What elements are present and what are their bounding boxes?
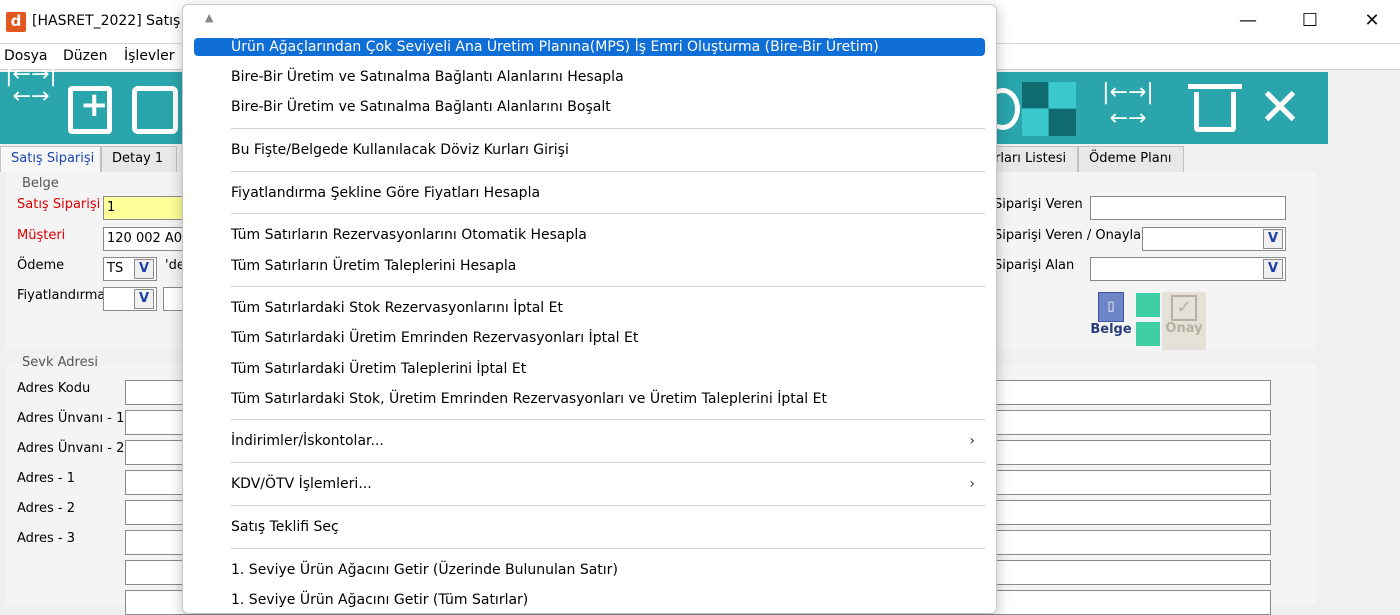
menu-item-indirimler[interactable]: İndirimler/İskontolar... › [194, 431, 985, 451]
musteri-input[interactable]: 120 002 A0 [103, 227, 183, 251]
menu-item-mps-is-emri[interactable]: Ürün Ağaçlarından Çok Seviyeli Ana Üreti… [194, 38, 985, 56]
satis-siparisi-input[interactable]: 1 [103, 196, 183, 220]
menu-islevler[interactable]: İşlevler [124, 48, 174, 64]
adres-1-label: Adres - 1 [17, 471, 75, 486]
menu-separator [231, 462, 985, 463]
scroll-up-arrow-icon[interactable]: ▲ [205, 11, 213, 24]
menu-separator [231, 548, 985, 549]
menu-item-label: Tüm Satırların Üretim Taleplerini Hesapl… [231, 258, 517, 274]
tab-odeme-plani[interactable]: Ödeme Planı [1078, 146, 1184, 172]
menu-item-label: Tüm Satırlardaki Stok, Üretim Emrinden R… [231, 391, 827, 407]
save-icon[interactable] [132, 86, 178, 134]
checkbox-check-icon: ✓ [1171, 295, 1197, 321]
delete-icon[interactable] [1194, 92, 1236, 132]
menu-item-label: Ürün Ağaçlarından Çok Seviyeli Ana Üreti… [231, 39, 879, 55]
tab-detay-1[interactable]: Detay 1 [101, 146, 177, 172]
tab-satis-siparisi[interactable]: Satış Siparişi [0, 146, 101, 172]
submenu-chevron-right-icon: › [969, 433, 975, 449]
adres-2-label: Adres - 2 [17, 501, 75, 516]
menu-item-label: Tüm Satırlardaki Üretim Taleplerini İpta… [231, 361, 527, 377]
musteri-label: Müşteri [17, 228, 66, 243]
document-icon: ▯ [1098, 292, 1124, 322]
menu-item-uretim-talepleri-hesapla[interactable]: Tüm Satırların Üretim Taleplerini Hesapl… [194, 256, 985, 276]
onay-button[interactable]: ✓ Onay [1162, 292, 1206, 350]
menu-item-kdv-otv[interactable]: KDV/ÖTV İşlemleri... › [194, 474, 985, 494]
menu-item-satis-teklifi-sec[interactable]: Satış Teklifi Seç [194, 517, 985, 537]
belge-button-label: Belge [1090, 322, 1132, 337]
menu-item-tumu-iptal[interactable]: Tüm Satırlardaki Stok, Üretim Emrinden R… [194, 389, 985, 409]
odeme-label: Ödeme [17, 258, 65, 273]
status-indicator-bottom [1136, 322, 1160, 346]
menu-separator [231, 505, 985, 506]
menu-item-label: Bu Fişte/Belgede Kullanılacak Döviz Kurl… [231, 142, 569, 158]
maximize-button[interactable]: ☐ [1288, 8, 1332, 36]
adres-unvani-1-label: Adres Ünvanı - 1 [17, 411, 125, 426]
menu-item-rezervasyon-hesapla[interactable]: Tüm Satırların Rezervasyonlarını Otomati… [194, 225, 985, 245]
tab-listesi[interactable]: rları Listesi [984, 146, 1078, 172]
menu-item-label: Tüm Satırlardaki Stok Rezervasyonlarını … [231, 300, 563, 316]
menu-item-label: KDV/ÖTV İşlemleri... [231, 476, 372, 492]
siparisi-alan-dropdown-button[interactable]: V [1263, 259, 1283, 279]
close-form-icon[interactable]: ✕ [1254, 72, 1306, 144]
menu-item-bagilanti-hesapla[interactable]: Bire-Bir Üretim ve Satınalma Bağlantı Al… [194, 67, 985, 87]
satis-siparisi-label: Satış Siparişi [17, 197, 101, 212]
first-record-icon[interactable]: |←→| ←→ [4, 64, 58, 108]
menu-item-label: Satış Teklifi Seç [231, 519, 339, 535]
adres-3-label: Adres - 3 [17, 531, 75, 546]
menu-item-urun-agaci-satir[interactable]: 1. Seviye Ürün Ağacını Getir (Üzerinde B… [194, 560, 985, 580]
menu-separator [231, 171, 985, 172]
menu-item-label: 1. Seviye Ürün Ağacını Getir (Üzerinde B… [231, 562, 618, 578]
menu-item-label: Tüm Satırların Rezervasyonlarını Otomati… [231, 227, 587, 243]
adres-kodu-label: Adres Kodu [17, 381, 91, 396]
window-title: [HASRET_2022] Satış S [32, 13, 194, 29]
menu-item-uretim-emri-rezervasyon-iptal[interactable]: Tüm Satırlardaki Üretim Emrinden Rezerva… [194, 328, 985, 348]
siparisi-veren-input[interactable] [1090, 196, 1286, 220]
menu-separator [231, 213, 985, 214]
siparisi-alan-label: Siparişi Alan [994, 258, 1075, 273]
delete-icon-lid [1188, 84, 1242, 89]
menu-separator [231, 128, 985, 129]
menu-item-label: Bire-Bir Üretim ve Satınalma Bağlantı Al… [231, 69, 624, 85]
belge-button[interactable]: ▯ Belge [1090, 292, 1132, 350]
minimize-button[interactable]: — [1226, 8, 1270, 36]
odeme-dropdown-button[interactable]: V [134, 259, 154, 279]
menu-item-stok-rezervasyon-iptal[interactable]: Tüm Satırlardaki Stok Rezervasyonlarını … [194, 298, 985, 318]
menu-item-urun-agaci-tum[interactable]: 1. Seviye Ürün Ağacını Getir (Tüm Satırl… [194, 590, 985, 610]
close-window-button[interactable]: ✕ [1350, 8, 1394, 36]
menu-item-label: 1. Seviye Ürün Ağacını Getir (Tüm Satırl… [231, 592, 529, 608]
onay-button-label: Onay [1165, 321, 1203, 336]
fiyatlandirma-label: Fiyatlandırma [17, 288, 106, 303]
new-document-icon[interactable]: + [68, 85, 112, 134]
adres-unvani-2-label: Adres Ünvanı - 2 [17, 441, 125, 456]
menu-item-label: Fiyatlandırma Şekline Göre Fiyatları Hes… [231, 185, 541, 201]
menu-item-uretim-talepleri-iptal[interactable]: Tüm Satırlardaki Üretim Taleplerini İpta… [194, 359, 985, 379]
menu-item-baglanti-bosalt[interactable]: Bire-Bir Üretim ve Satınalma Bağlantı Al… [194, 97, 985, 117]
app-logo-icon: d [6, 12, 26, 32]
menu-separator [231, 286, 985, 287]
menu-duzen[interactable]: Düzen [63, 48, 108, 64]
siparisi-veren-onaylayan-label: Siparişi Veren / Onaylay [994, 228, 1149, 243]
grid-view-icon[interactable] [1022, 82, 1076, 136]
submenu-chevron-right-icon: › [969, 476, 975, 492]
menu-item-label: İndirimler/İskontolar... [231, 433, 384, 449]
fiyatlandirma-dropdown-button[interactable]: V [134, 289, 154, 309]
siparisi-veren-label: Siparişi Veren [994, 197, 1083, 212]
menu-item-label: Bire-Bir Üretim ve Satınalma Bağlantı Al… [231, 99, 611, 115]
siparisi-alan-input[interactable] [1090, 257, 1286, 281]
menu-item-doviz-kurlari[interactable]: Bu Fişte/Belgede Kullanılacak Döviz Kurl… [194, 140, 985, 160]
belge-group-label: Belge [22, 176, 59, 191]
status-indicator-top [1136, 293, 1160, 317]
menu-item-fiyat-hesapla[interactable]: Fiyatlandırma Şekline Göre Fiyatları Hes… [194, 183, 985, 203]
onaylayan-dropdown-button[interactable]: V [1263, 229, 1283, 249]
context-menu: ▲ Ürün Ağaçlarından Çok Seviyeli Ana Üre… [182, 4, 997, 614]
last-record-icon[interactable]: |←→| ←→ [1100, 80, 1156, 132]
menu-item-label: Tüm Satırlardaki Üretim Emrinden Rezerva… [231, 330, 639, 346]
sevk-adresi-group-label: Sevk Adresi [22, 355, 98, 370]
menu-separator [231, 419, 985, 420]
